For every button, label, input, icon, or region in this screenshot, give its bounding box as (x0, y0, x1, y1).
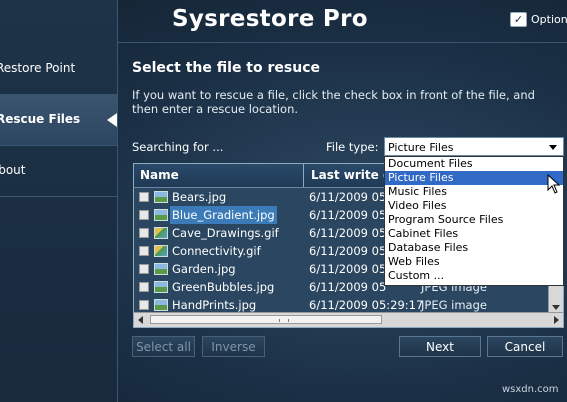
sidebar-item-restore-point[interactable]: Restore Point (0, 43, 117, 95)
active-arrow-icon (107, 113, 117, 127)
sidebar-item-label: Restore Point (0, 61, 76, 75)
dropdown-option-video-files[interactable]: Video Files (385, 199, 563, 213)
row-checkbox[interactable] (139, 228, 149, 238)
app-title: Sysrestore Pro (172, 6, 368, 32)
select-all-button[interactable]: Select all (132, 336, 195, 357)
row-checkbox[interactable] (139, 300, 149, 310)
column-header-name[interactable]: Name (134, 164, 304, 187)
row-checkbox[interactable] (139, 282, 149, 292)
file-date: 6/11/2009 05 (309, 190, 387, 204)
horizontal-scrollbar[interactable] (134, 312, 563, 327)
file-name: Cave_Drawings.gif (172, 226, 279, 240)
jpg-icon (154, 191, 168, 203)
scroll-down-icon[interactable] (552, 305, 560, 310)
sidebar-item-label: Rescue Files (0, 112, 81, 126)
file-type-value: Picture Files (388, 141, 454, 154)
file-date: 6/11/2009 05 (309, 262, 387, 276)
scrollbar-thumb[interactable] (150, 315, 382, 324)
file-type-dropdown-list: Document Files Picture Files Music Files… (384, 156, 564, 286)
file-type-label: File type: (326, 140, 379, 154)
file-date: 6/11/2009 05 (309, 244, 387, 258)
scroll-right-icon[interactable] (554, 316, 559, 324)
dropdown-option-picture-files[interactable]: Picture Files (385, 171, 563, 185)
row-checkbox[interactable] (139, 192, 149, 202)
mouse-cursor-icon (547, 174, 561, 194)
jpg-icon (154, 299, 168, 311)
dropdown-option-music-files[interactable]: Music Files (385, 185, 563, 199)
file-name: Connectivity.gif (172, 244, 261, 258)
row-checkbox[interactable] (139, 246, 149, 256)
grip-icon (279, 319, 289, 322)
jpg-icon (154, 281, 168, 293)
watermark: wsxdn.com (502, 384, 559, 395)
dropdown-option-database-files[interactable]: Database Files (385, 241, 563, 255)
check-icon: ✓ (510, 12, 527, 27)
instructions-text: If you want to rescue a file, click the … (132, 88, 535, 116)
gif-icon (154, 227, 168, 239)
dropdown-option-custom[interactable]: Custom ... (385, 269, 563, 283)
scroll-left-icon[interactable] (138, 316, 143, 324)
chevron-down-icon[interactable] (549, 145, 557, 150)
file-name: GreenBubbles.jpg (172, 280, 275, 294)
options-label: Options (531, 13, 567, 26)
row-checkbox[interactable] (139, 264, 149, 274)
page-title: Select the file to resuce (132, 60, 320, 76)
file-name: Bears.jpg (172, 190, 227, 204)
file-date: 6/11/2009 05 (309, 280, 387, 294)
dropdown-option-program-source-files[interactable]: Program Source Files (385, 213, 563, 227)
dropdown-option-document-files[interactable]: Document Files (385, 157, 563, 171)
file-type-select[interactable]: Picture Files (384, 137, 564, 156)
dropdown-option-web-files[interactable]: Web Files (385, 255, 563, 269)
file-date: 6/11/2009 05 (309, 226, 387, 240)
row-checkbox[interactable] (139, 210, 149, 220)
searching-status: Searching for ... (132, 140, 224, 154)
inverse-button[interactable]: Inverse (202, 336, 265, 357)
sidebar: Restore Point Rescue Files About (0, 0, 118, 402)
file-name: Blue_Gradient.jpg (170, 206, 277, 224)
jpg-icon (154, 263, 168, 275)
cancel-button[interactable]: Cancel (487, 336, 563, 357)
options-button[interactable]: ✓ Options (510, 12, 567, 27)
next-button[interactable]: Next (399, 336, 481, 357)
jpg-icon (154, 209, 168, 221)
dropdown-option-cabinet-files[interactable]: Cabinet Files (385, 227, 563, 241)
sidebar-item-label: About (0, 163, 26, 177)
file-name: Garden.jpg (172, 262, 236, 276)
gif-icon (154, 245, 168, 257)
sidebar-item-rescue-files[interactable]: Rescue Files (0, 94, 117, 146)
file-date: 6/11/2009 05 (309, 208, 387, 222)
sidebar-item-about[interactable]: About (0, 145, 117, 197)
